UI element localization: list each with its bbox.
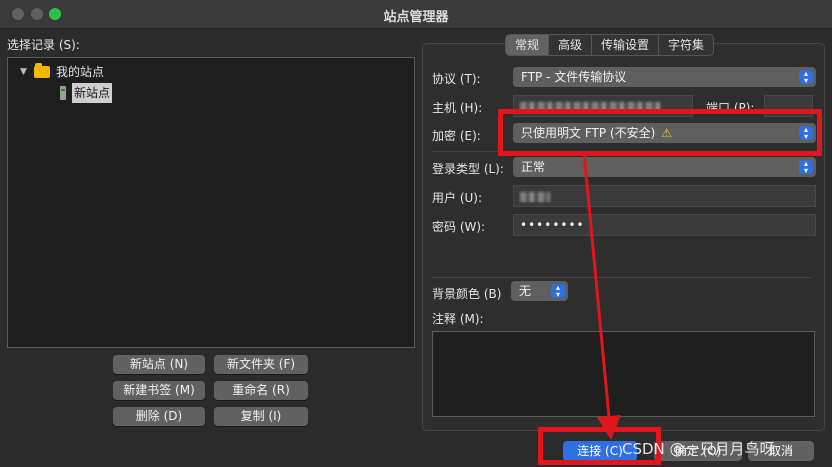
watermark-text: CSDN @一只月月鸟呀: [622, 440, 775, 458]
annotation-arrow: [582, 151, 621, 440]
